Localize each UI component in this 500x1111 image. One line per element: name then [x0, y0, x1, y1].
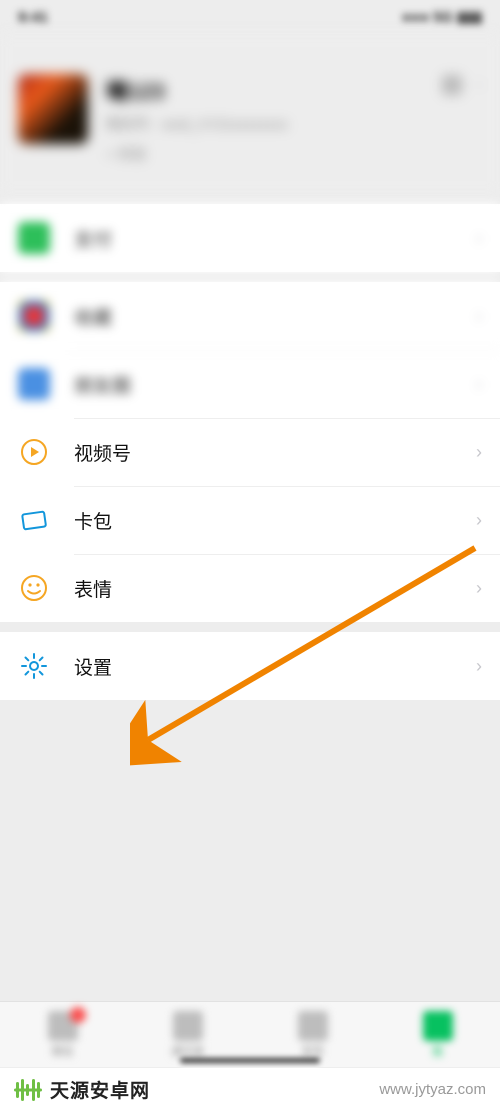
tab-contacts[interactable]: 通讯录 [125, 1002, 250, 1067]
pay-icon [18, 222, 50, 254]
tab-discover[interactable]: 发现 [250, 1002, 375, 1067]
menu-group-main: 收藏 › 朋友圈 › 视频号 › 卡包 › 表情 › [0, 282, 500, 622]
chevron-right-icon: › [476, 74, 482, 95]
row-emoji-label: 表情 [74, 575, 476, 602]
status-bar: 9:41 ●●● 5G ▮▮▮ [0, 0, 500, 34]
chevron-right-icon: › [476, 228, 482, 249]
status-time: 9:41 [18, 9, 48, 26]
row-cards-label: 卡包 [74, 507, 476, 534]
qr-icon[interactable] [442, 75, 462, 95]
menu-group-pay: 支付 › [0, 204, 500, 272]
watermark-url: www.jytyaz.com [379, 1081, 486, 1098]
tab-chat-label: 微信 [52, 1043, 74, 1059]
row-channels-label: 视频号 [74, 439, 476, 466]
row-moments[interactable]: 朋友圈 › [0, 350, 500, 418]
profile-status[interactable]: + 状态 [106, 144, 442, 164]
tab-me-label: 我 [432, 1043, 443, 1059]
tab-chat[interactable]: 微信 [0, 1002, 125, 1067]
favorites-icon [18, 300, 50, 332]
profile-name: 曦123 [106, 74, 442, 106]
watermark-text: 天源安卓网 [50, 1076, 150, 1103]
video-icon [18, 436, 50, 468]
row-settings-label: 设置 [74, 653, 476, 680]
watermark-bar: 天源安卓网 www.jytyaz.com [0, 1067, 500, 1111]
chevron-right-icon: › [476, 656, 482, 677]
chevron-right-icon: › [476, 578, 482, 599]
emoji-icon [18, 572, 50, 604]
profile-card[interactable]: 曦123 微信号：wxid_XYZxxxxxxxxx + 状态 › [0, 34, 500, 194]
wechat-me-screen: 9:41 ●●● 5G ▮▮▮ 曦123 微信号：wxid_XYZxxxxxxx… [0, 0, 500, 1111]
row-moments-label: 朋友圈 [74, 371, 476, 398]
chevron-right-icon: › [476, 442, 482, 463]
row-cards[interactable]: 卡包 › [0, 486, 500, 554]
tab-contacts-label: 通讯录 [171, 1043, 204, 1059]
avatar[interactable] [18, 74, 88, 144]
badge [70, 1007, 86, 1023]
me-icon [423, 1011, 453, 1041]
row-settings[interactable]: 设置 › [0, 632, 500, 700]
row-favorites-label: 收藏 [74, 303, 476, 330]
chevron-right-icon: › [476, 510, 482, 531]
row-favorites[interactable]: 收藏 › [0, 282, 500, 350]
row-channels[interactable]: 视频号 › [0, 418, 500, 486]
discover-icon [298, 1011, 328, 1041]
row-emoji[interactable]: 表情 › [0, 554, 500, 622]
row-pay[interactable]: 支付 › [0, 204, 500, 272]
gear-icon [18, 650, 50, 682]
moments-icon [18, 368, 50, 400]
profile-wxid: 微信号：wxid_XYZxxxxxxxxx [106, 114, 442, 134]
menu-group-settings: 设置 › [0, 632, 500, 700]
chevron-right-icon: › [476, 306, 482, 327]
row-pay-label: 支付 [74, 225, 476, 252]
chat-icon [48, 1011, 78, 1041]
profile-info: 曦123 微信号：wxid_XYZxxxxxxxxx + 状态 [106, 74, 442, 164]
contacts-icon [173, 1011, 203, 1041]
profile-actions: › [442, 74, 482, 95]
tab-me[interactable]: 我 [375, 1002, 500, 1067]
tab-bar: 微信 通讯录 发现 我 [0, 1001, 500, 1067]
watermark-logo-icon [14, 1076, 42, 1104]
chevron-right-icon: › [476, 374, 482, 395]
card-icon [18, 504, 50, 536]
status-indicators: ●●● 5G ▮▮▮ [402, 8, 482, 26]
tab-discover-label: 发现 [302, 1043, 324, 1059]
watermark-brand: 天源安卓网 [14, 1076, 150, 1104]
